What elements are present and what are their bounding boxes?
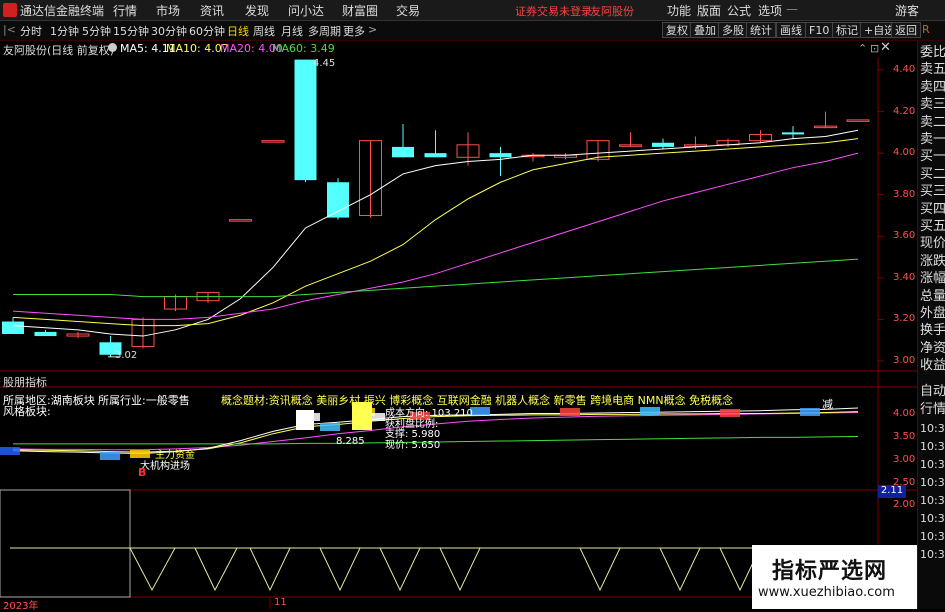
sidebar-time: 10:3 [920, 476, 945, 489]
sidebar-label: 外盘 [920, 306, 945, 321]
candle-body-down [392, 146, 414, 158]
candle-body-down [489, 153, 512, 158]
indicator-block [0, 447, 20, 455]
sidebar-label: 卖四 [920, 79, 945, 95]
date-year: 2023年 [3, 601, 39, 612]
current-value-tag: 2.11 [878, 485, 906, 498]
ma5-line [12, 129, 859, 337]
sidebar-label: 买一 [920, 149, 945, 165]
candle-body-up [261, 140, 285, 143]
sidebar-label: 换手 [920, 323, 945, 339]
indicator-block [560, 408, 580, 416]
indicator-block [100, 452, 120, 460]
price-tick-label: 3.60 [893, 230, 916, 242]
sidebar-label: 买四 [920, 201, 945, 217]
candle-body-down [294, 59, 317, 181]
indicator-block [470, 407, 490, 415]
ind-axis-3: 3.00 [893, 454, 916, 465]
date-month: 11 [274, 597, 287, 608]
kline-chart[interactable] [0, 0, 917, 609]
sidebar-label: 卖二 [920, 114, 945, 130]
indicator-title[interactable]: 股朋指标 [3, 374, 47, 390]
current-price-value: 现价: 5.650 [385, 440, 441, 451]
sidebar-label: 买五 [920, 219, 945, 234]
sidebar-label: 卖一 [920, 132, 945, 147]
sidebar-quote[interactable]: 行情 [920, 402, 945, 418]
candle-body-down [34, 331, 57, 337]
indicator-block [640, 407, 660, 415]
ma10-line [12, 138, 859, 327]
sidebar-time: 10:3 [920, 494, 945, 507]
candlesticks [2, 59, 870, 357]
buy-signal-b: B [138, 466, 147, 479]
price-tick-label: 4.00 [893, 147, 916, 159]
sidebar-label: 现价 [920, 236, 945, 252]
sidebar-label: 收益 [920, 358, 945, 374]
lower-panel [0, 489, 878, 609]
zigzag-line [129, 547, 761, 592]
price-tick-label: 4.40 [893, 64, 916, 75]
sidebar-label: 涨跌 [920, 253, 945, 269]
candle-body-down [782, 132, 804, 135]
sidebar-label: 涨幅 [920, 271, 945, 287]
reduce-signal: 减 [822, 398, 833, 411]
low-annotation: 3.02 [115, 350, 138, 361]
price-tick-label: 3.20 [893, 313, 916, 325]
price-tick-label: 3.00 [893, 355, 916, 366]
ind-axis-4: 4.00 [893, 408, 916, 419]
left-value: 8.285 [336, 436, 365, 447]
watermark-url: www.xuezhibiao.com [758, 585, 895, 600]
indicator-block [720, 409, 740, 417]
lower-axis-2: 2.00 [893, 499, 916, 510]
sidebar-time: 10:3 [920, 548, 945, 561]
sidebar-time: 10:3 [920, 530, 945, 543]
ma20-line [12, 152, 859, 320]
sidebar-label: 买三 [920, 184, 945, 200]
sidebar-label: 净资 [920, 340, 945, 356]
price-tick-label: 3.40 [893, 271, 916, 283]
sidebar-time: 10:3 [920, 512, 945, 525]
candle-body-up [229, 219, 252, 222]
sidebar-label: 买二 [920, 166, 945, 182]
candle-body-up [846, 119, 870, 122]
sidebar-time: 10:3 [920, 422, 945, 435]
high-annotation: 4.45 [313, 58, 336, 69]
candle-body-down [2, 321, 24, 334]
style-label: 风格板块: [3, 405, 51, 418]
sidebar-label: 卖三 [920, 97, 945, 113]
price-axis [878, 69, 884, 362]
concepts-label: 概念题材:资讯概念 美丽乡村 振兴 博彩概念 互联网金融 机器人概念 新零售 跨… [221, 394, 734, 407]
candle-body-down [424, 153, 447, 158]
watermark-title: 指标严选网 [772, 559, 888, 584]
sidebar-time: 10:3 [920, 440, 945, 453]
sidebar-time: 10:3 [920, 458, 945, 471]
sidebar-label: 委比 [920, 45, 945, 60]
quote-sidebar: 委比卖五 卖四卖三 卖二卖一买一 买二买三 买四买五现价 涨跌涨幅 总量外盘换手 净资收益 自… [917, 41, 945, 609]
candle-body-down [652, 142, 674, 147]
watermark: 指标严选网 www.xuezhibiao.com [752, 545, 917, 609]
r-icon[interactable]: R [922, 23, 930, 36]
moving-average-lines [12, 129, 859, 358]
price-tick-label: 4.20 [893, 105, 916, 117]
indicator-block [320, 423, 340, 431]
selection-box [0, 489, 131, 598]
ind-axis-35: 3.50 [893, 431, 916, 442]
candle-body-down [327, 182, 349, 218]
industry-label: 所属行业:一般零售 [98, 394, 190, 407]
institution-enter-label: 大机构进场 [140, 461, 190, 472]
sidebar-auto[interactable]: 自动 [920, 384, 945, 400]
price-tick-label: 3.80 [893, 188, 916, 200]
indicator-block [800, 408, 820, 416]
indicator-bar [296, 410, 314, 430]
sidebar-label: 总量 [920, 288, 945, 304]
sidebar-label: 卖五 [920, 62, 945, 78]
ma60-line [13, 258, 859, 298]
